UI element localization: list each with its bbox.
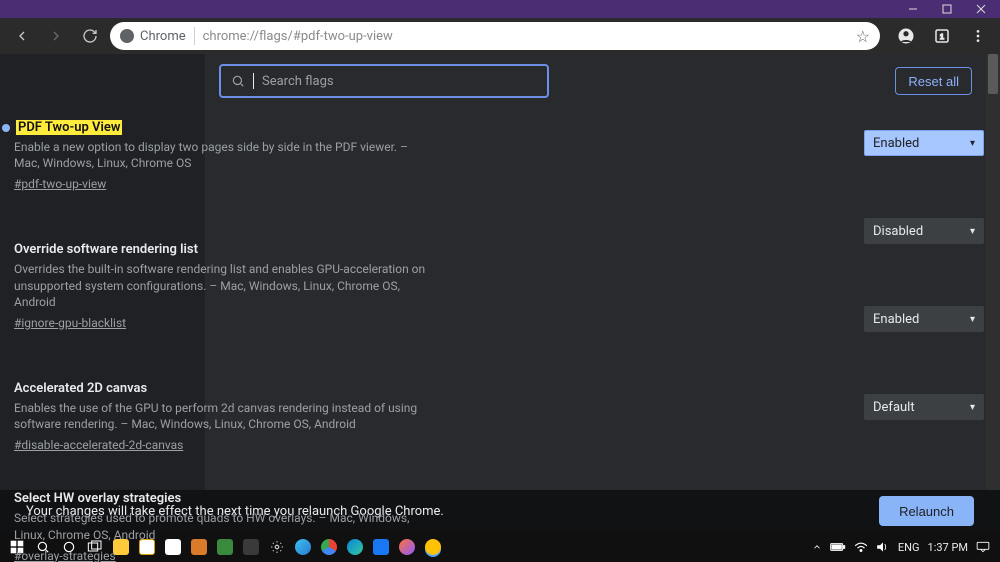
menu-icon[interactable] bbox=[964, 22, 992, 50]
volume-icon[interactable] bbox=[876, 541, 890, 553]
window-titlebar bbox=[0, 0, 1000, 18]
chevron-down-icon: ▾ bbox=[970, 314, 975, 325]
reload-button[interactable] bbox=[76, 22, 104, 50]
chevron-down-icon: ▾ bbox=[970, 226, 975, 237]
reset-all-button[interactable]: Reset all bbox=[895, 67, 972, 95]
reset-all-label: Reset all bbox=[908, 74, 959, 89]
clock[interactable]: 1:37 PM bbox=[928, 541, 968, 554]
flag-item: Accelerated 2D canvas Enables the use of… bbox=[14, 373, 840, 471]
svg-text:1: 1 bbox=[940, 32, 944, 41]
flag-item: PDF Two-up View Enable a new option to d… bbox=[14, 112, 840, 210]
flag-description: Select strategies used to promote quads … bbox=[14, 510, 434, 542]
browser-toolbar: Chrome chrome://flags/#pdf-two-up-view ☆… bbox=[0, 18, 1000, 54]
scrollbar-thumb[interactable] bbox=[988, 54, 998, 94]
flag-title: PDF Two-up View bbox=[14, 120, 840, 135]
scrollbar[interactable] bbox=[986, 54, 1000, 490]
address-separator bbox=[194, 27, 195, 45]
flag-anchor-link[interactable]: #ignore-gpu-blacklist bbox=[14, 316, 126, 330]
back-button[interactable] bbox=[8, 22, 36, 50]
window-minimize-button[interactable] bbox=[896, 0, 930, 18]
address-url: chrome://flags/#pdf-two-up-view bbox=[203, 29, 393, 44]
flag-title: Accelerated 2D canvas bbox=[14, 381, 840, 396]
tab-count-icon[interactable]: 1 bbox=[928, 22, 956, 50]
flags-list: PDF Two-up View Enable a new option to d… bbox=[14, 112, 840, 562]
flags-selects-column: Enabled ▾ Disabled ▾ Enabled ▾ Default ▾ bbox=[864, 130, 984, 420]
flag-title-label: Select HW overlay strategies bbox=[14, 491, 181, 506]
flag-anchor-link[interactable]: #disable-accelerated-2d-canvas bbox=[14, 438, 183, 452]
flag-select[interactable]: Disabled ▾ bbox=[864, 218, 984, 244]
language-indicator[interactable]: ENG bbox=[898, 541, 920, 554]
flags-topbar: Search flags Reset all bbox=[205, 54, 986, 100]
search-icon bbox=[231, 74, 245, 88]
chevron-down-icon: ▾ bbox=[970, 138, 975, 149]
flag-description: Enable a new option to display two pages… bbox=[14, 139, 434, 171]
flag-select[interactable]: Default ▾ bbox=[864, 394, 984, 420]
site-chip: Chrome bbox=[120, 29, 186, 44]
flag-select[interactable]: Enabled ▾ bbox=[864, 306, 984, 332]
page-content: Search flags Reset all PDF Two-up View E… bbox=[0, 54, 1000, 490]
forward-button[interactable] bbox=[42, 22, 70, 50]
flag-title-label: Accelerated 2D canvas bbox=[14, 381, 147, 396]
flag-title-label: PDF Two-up View bbox=[16, 120, 122, 135]
flag-select-value: Default bbox=[873, 400, 915, 415]
chrome-icon bbox=[120, 29, 134, 43]
flag-title-label: Override software rendering list bbox=[14, 242, 198, 257]
changed-marker-icon bbox=[2, 124, 10, 132]
wifi-icon[interactable] bbox=[854, 541, 868, 553]
flag-anchor-link[interactable]: #pdf-two-up-view bbox=[14, 177, 106, 191]
flag-anchor-link[interactable]: #overlay-strategies bbox=[14, 549, 116, 562]
action-center-icon[interactable] bbox=[976, 541, 990, 553]
bookmark-star-icon[interactable]: ☆ bbox=[856, 27, 870, 46]
chevron-down-icon: ▾ bbox=[970, 402, 975, 413]
search-placeholder: Search flags bbox=[262, 74, 334, 89]
profile-icon[interactable] bbox=[892, 22, 920, 50]
flag-select-value: Enabled bbox=[873, 312, 919, 327]
flag-title: Select HW overlay strategies bbox=[14, 491, 840, 506]
flag-select-value: Enabled bbox=[873, 136, 919, 151]
flag-item: Override software rendering list Overrid… bbox=[14, 234, 840, 349]
flag-title: Override software rendering list bbox=[14, 242, 840, 257]
window-maximize-button[interactable] bbox=[930, 0, 964, 18]
flag-item: Select HW overlay strategies Select stra… bbox=[14, 483, 840, 562]
window-close-button[interactable] bbox=[964, 0, 998, 18]
search-input[interactable]: Search flags bbox=[219, 64, 549, 98]
flag-description: Overrides the built-in software renderin… bbox=[14, 261, 434, 310]
flag-select[interactable]: Enabled ▾ bbox=[864, 130, 984, 156]
relaunch-button[interactable]: Relaunch bbox=[879, 496, 974, 526]
address-bar[interactable]: Chrome chrome://flags/#pdf-two-up-view ☆ bbox=[110, 22, 880, 50]
relaunch-button-label: Relaunch bbox=[899, 504, 954, 519]
flag-description: Enables the use of the GPU to perform 2d… bbox=[14, 400, 434, 432]
text-cursor bbox=[253, 73, 254, 89]
site-chip-label: Chrome bbox=[140, 29, 186, 44]
flag-select-value: Disabled bbox=[873, 224, 923, 239]
